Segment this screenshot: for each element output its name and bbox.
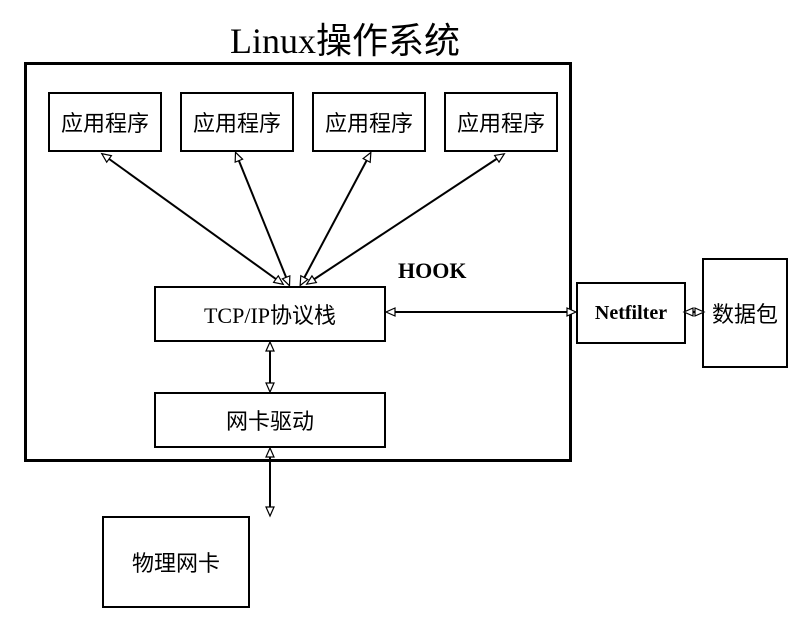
app-box-4: 应用程序 — [444, 92, 558, 152]
nic-driver-label: 网卡驱动 — [226, 404, 314, 436]
app-box-2: 应用程序 — [180, 92, 294, 152]
netfilter-box: Netfilter — [576, 282, 686, 344]
packet-box: 数据包 — [702, 258, 788, 368]
nic-driver-box: 网卡驱动 — [154, 392, 386, 448]
app-label-4: 应用程序 — [457, 106, 545, 138]
hook-label: HOOK — [398, 258, 466, 284]
app-label-3: 应用程序 — [325, 106, 413, 138]
physical-nic-box: 物理网卡 — [102, 516, 250, 608]
tcpip-stack-box: TCP/IP协议栈 — [154, 286, 386, 342]
tcpip-label: TCP/IP协议栈 — [204, 298, 336, 330]
app-box-3: 应用程序 — [312, 92, 426, 152]
app-label-1: 应用程序 — [61, 106, 149, 138]
app-label-2: 应用程序 — [193, 106, 281, 138]
diagram-title: Linux操作系统 — [230, 12, 460, 64]
physical-nic-label: 物理网卡 — [132, 546, 220, 578]
app-box-1: 应用程序 — [48, 92, 162, 152]
netfilter-label: Netfilter — [595, 302, 667, 325]
packet-label: 数据包 — [712, 297, 778, 329]
